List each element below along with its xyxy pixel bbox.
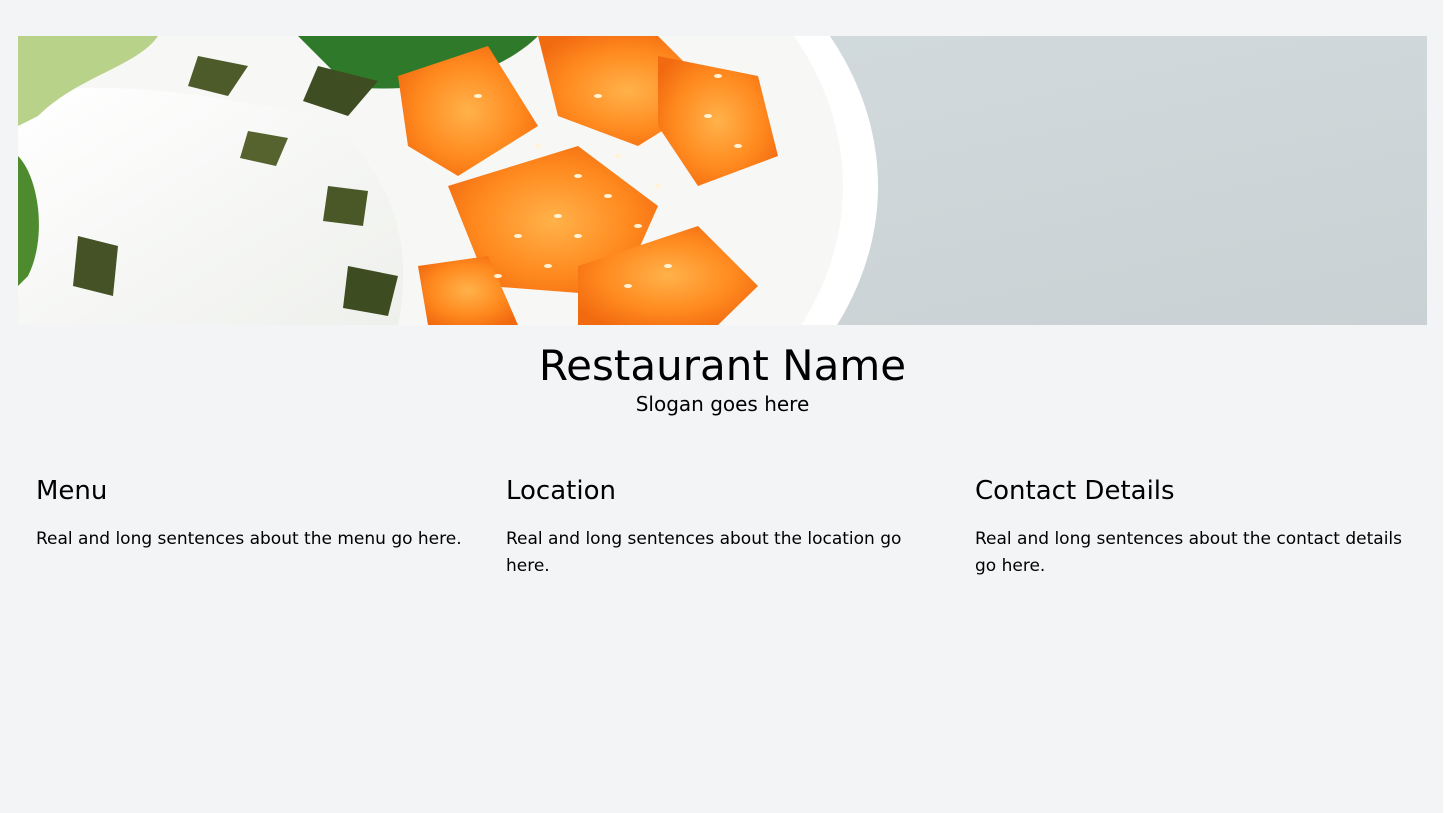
contact-text: Real and long sentences about the contac…	[975, 529, 1403, 576]
contact-heading: Contact Details	[975, 476, 1175, 506]
location-section: Location Real and long sentences about t…	[506, 474, 946, 580]
location-heading: Location	[506, 476, 616, 506]
contact-section: Contact Details Real and long sentences …	[975, 474, 1415, 580]
hero-image	[18, 36, 1427, 325]
menu-section: Menu Real and long sentences about the m…	[36, 474, 476, 553]
menu-text: Real and long sentences about the menu g…	[36, 529, 462, 549]
restaurant-name: Restaurant Name	[538, 341, 907, 390]
slogan: Slogan goes here	[635, 392, 810, 416]
header: Restaurant Name Slogan goes here	[0, 340, 1445, 416]
location-text: Real and long sentences about the locati…	[506, 529, 902, 576]
page: Restaurant Name Slogan goes here Menu Re…	[0, 0, 1445, 813]
menu-heading: Menu	[36, 476, 108, 506]
